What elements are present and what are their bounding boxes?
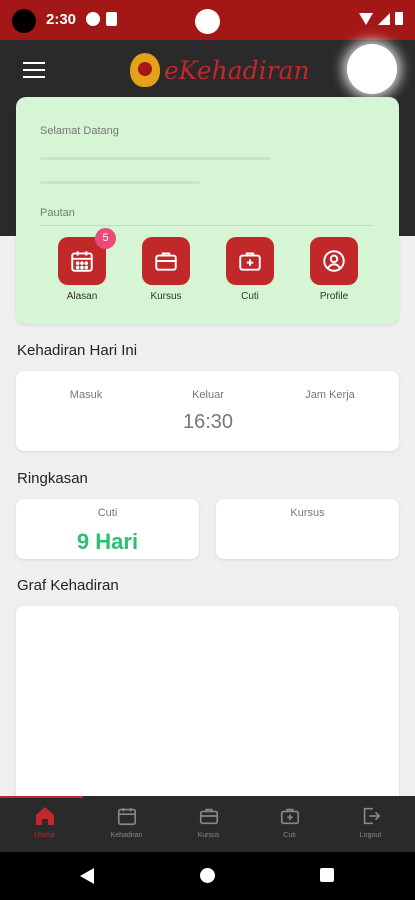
- nav-item-leave[interactable]: Cuti: [248, 804, 331, 839]
- nav-item-attendance[interactable]: Kehadiran: [85, 804, 168, 839]
- user-circle-icon: [323, 250, 345, 272]
- course-summary-card: Kursus: [216, 499, 399, 559]
- shortcut-label: Profile: [319, 291, 349, 302]
- home-button[interactable]: [200, 868, 215, 883]
- shortcut-label: Alasan: [66, 291, 98, 302]
- shortcut-kursus[interactable]: Kursus: [136, 237, 196, 302]
- nav-label: Kehadiran: [110, 832, 143, 839]
- notification-icon: [86, 12, 100, 26]
- attendance-graph-card: [16, 606, 399, 816]
- nav-item-courses[interactable]: Kursus: [167, 804, 250, 839]
- menu-icon[interactable]: [23, 62, 45, 78]
- briefcase-icon: [155, 252, 177, 271]
- medical-kit-icon: [239, 252, 261, 271]
- camera-cutout: [12, 9, 36, 33]
- nav-label: Kursus: [197, 832, 220, 839]
- clock-out-value: 16:30: [182, 411, 234, 433]
- summary-title: Ringkasan: [17, 470, 88, 487]
- emblem-icon: [130, 53, 160, 87]
- sim-card-icon: [106, 12, 117, 26]
- system-icons: [359, 12, 403, 25]
- attendance-title: Kehadiran Hari Ini: [17, 342, 138, 359]
- shortcut-label: Kursus: [150, 291, 182, 302]
- nav-item-logout[interactable]: Logout: [329, 804, 412, 839]
- app-title: eKehadiran: [164, 55, 310, 85]
- nav-item-home[interactable]: Utama: [3, 804, 86, 839]
- shortcut-cuti[interactable]: Cuti: [220, 237, 280, 302]
- attendance-card: Masuk Keluar Jam Kerja 16:30: [16, 371, 399, 451]
- camera-cutout-center: [195, 9, 220, 34]
- system-navigation-bar: [0, 852, 415, 900]
- notification-icons: [86, 12, 117, 26]
- signal-icon: [378, 12, 390, 25]
- bottom-navigation: Utama Kehadiran Kursus Cuti Logout: [0, 796, 415, 852]
- clock-in-label: Masuk: [69, 389, 103, 401]
- leave-value: 9 Hari: [76, 529, 139, 554]
- notification-badge: 5: [95, 228, 116, 249]
- nav-label: Logout: [359, 832, 382, 839]
- shortcut-tile[interactable]: 5: [58, 228, 116, 285]
- shortcut-alasan[interactable]: 5 Alasan: [52, 228, 116, 302]
- wifi-icon: [359, 12, 373, 25]
- leave-label: Cuti: [97, 507, 118, 519]
- leave-summary-card: Cuti 9 Hari: [16, 499, 199, 559]
- shortcut-tile[interactable]: [310, 237, 358, 285]
- shortcut-tile[interactable]: [142, 237, 190, 285]
- blurred-user-name: [40, 157, 270, 160]
- battery-icon: [395, 12, 403, 25]
- back-button[interactable]: [80, 868, 94, 884]
- shortcut-profile[interactable]: Profile: [304, 237, 364, 302]
- course-label: Kursus: [290, 507, 325, 519]
- graph-title: Graf Kehadiran: [17, 577, 119, 594]
- logout-icon: [359, 804, 383, 828]
- work-hours-label: Jam Kerja: [305, 389, 355, 401]
- clock-out-label: Keluar: [192, 389, 224, 401]
- status-bar: 2:30: [0, 0, 415, 40]
- shortcut-label: Cuti: [241, 291, 259, 302]
- app-logo: eKehadiran: [130, 53, 310, 87]
- shortcut-tile[interactable]: [226, 237, 274, 285]
- medical-kit-icon: [278, 804, 302, 828]
- nav-label: Utama: [34, 832, 55, 839]
- links-label: Pautan: [40, 207, 75, 219]
- calendar-icon: [115, 804, 139, 828]
- welcome-greeting: Selamat Datang: [40, 125, 119, 137]
- recent-apps-button[interactable]: [320, 868, 334, 882]
- nav-label: Cuti: [283, 832, 296, 839]
- blurred-user-info: [40, 181, 200, 184]
- links-divider: [40, 225, 373, 226]
- briefcase-icon: [197, 804, 221, 828]
- welcome-card: Selamat Datang Pautan 5 Alasan Kursus Cu…: [16, 97, 399, 324]
- avatar[interactable]: [347, 44, 397, 94]
- calendar-icon: [71, 251, 93, 272]
- status-time: 2:30: [46, 11, 77, 28]
- active-tab-indicator: [0, 796, 83, 798]
- home-icon: [33, 804, 57, 828]
